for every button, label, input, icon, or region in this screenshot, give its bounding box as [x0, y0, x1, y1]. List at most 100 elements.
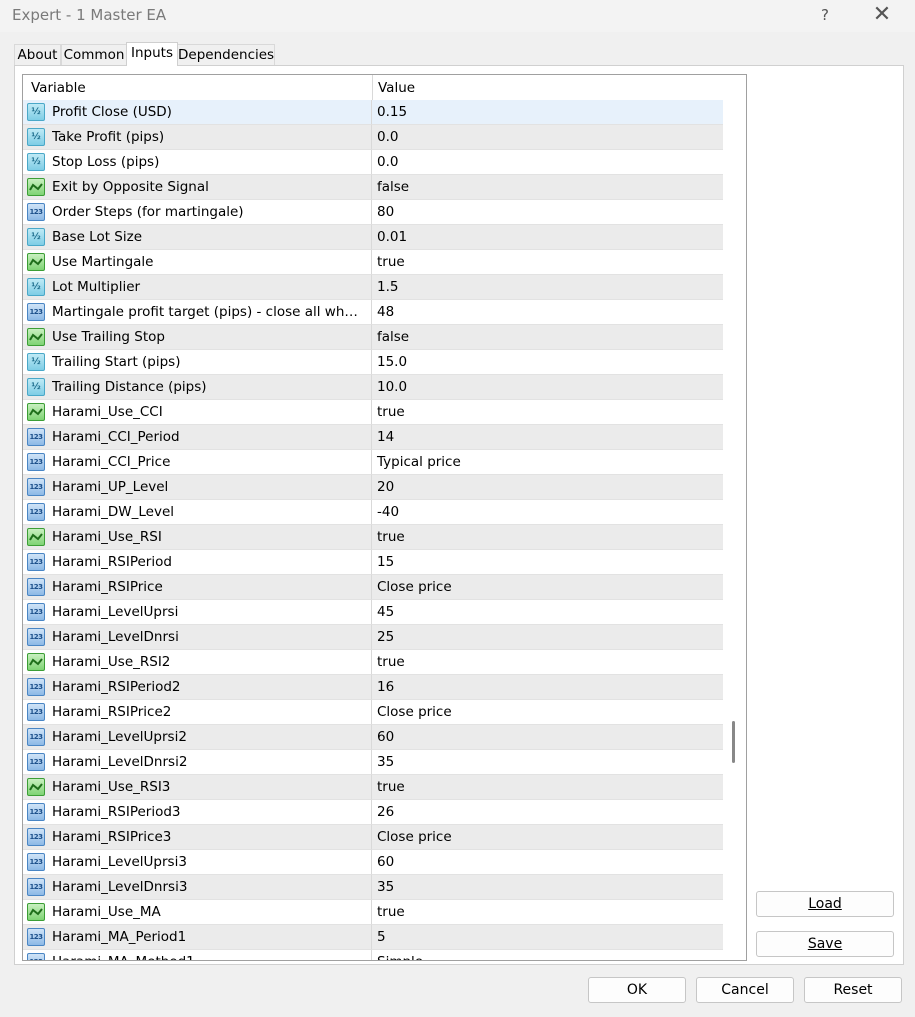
value-cell[interactable]: -40: [372, 500, 723, 525]
tab-common[interactable]: Common: [61, 44, 127, 65]
value-cell[interactable]: 26: [372, 800, 723, 825]
value-cell[interactable]: 20: [372, 475, 723, 500]
value-cell[interactable]: false: [372, 175, 723, 200]
table-row[interactable]: 123 Harami_RSIPrice Close price: [23, 575, 723, 600]
table-row[interactable]: 123 Harami_RSIPrice2 Close price: [23, 700, 723, 725]
table-row[interactable]: 123 Harami_LevelUprsi 45: [23, 600, 723, 625]
table-row[interactable]: Harami_Use_CCI true: [23, 400, 723, 425]
fraction-icon: ½: [27, 378, 45, 396]
load-button[interactable]: Load: [756, 891, 894, 917]
value-cell[interactable]: true: [372, 400, 723, 425]
table-row[interactable]: Exit by Opposite Signal false: [23, 175, 723, 200]
value-cell[interactable]: 14: [372, 425, 723, 450]
value-cell[interactable]: true: [372, 775, 723, 800]
value-cell[interactable]: Simple: [372, 950, 723, 960]
value-cell[interactable]: 0.01: [372, 225, 723, 250]
variable-name: Use Trailing Stop: [52, 329, 165, 345]
integer-icon: 123: [27, 428, 45, 446]
table-row[interactable]: ½ Lot Multiplier 1.5: [23, 275, 723, 300]
value-cell[interactable]: 45: [372, 600, 723, 625]
table-row[interactable]: 123 Harami_MA_Method1 Simple: [23, 950, 723, 960]
ok-button[interactable]: OK: [588, 977, 686, 1003]
variable-cell: ½ Stop Loss (pips): [23, 150, 372, 175]
table-row[interactable]: 123 Harami_UP_Level 20: [23, 475, 723, 500]
table-row[interactable]: 123 Harami_LevelUprsi2 60: [23, 725, 723, 750]
variable-name: Harami_LevelUprsi3: [52, 854, 187, 870]
value-cell[interactable]: 16: [372, 675, 723, 700]
table-row[interactable]: ½ Trailing Start (pips) 15.0: [23, 350, 723, 375]
value-cell[interactable]: 15.0: [372, 350, 723, 375]
variable-cell: ½ Profit Close (USD): [23, 100, 372, 125]
variable-name: Harami_Use_MA: [52, 904, 161, 920]
reset-button[interactable]: Reset: [804, 977, 902, 1003]
tab-dependencies[interactable]: Dependencies: [177, 44, 275, 65]
value-cell[interactable]: 25: [372, 625, 723, 650]
table-row[interactable]: 123 Harami_RSIPeriod2 16: [23, 675, 723, 700]
save-button[interactable]: Save: [756, 931, 894, 957]
value-cell[interactable]: 0.0: [372, 125, 723, 150]
value-cell[interactable]: 48: [372, 300, 723, 325]
value-cell[interactable]: Close price: [372, 575, 723, 600]
table-row[interactable]: Harami_Use_MA true: [23, 900, 723, 925]
value-cell[interactable]: 15: [372, 550, 723, 575]
cancel-button[interactable]: Cancel: [696, 977, 794, 1003]
table-row[interactable]: 123 Harami_RSIPrice3 Close price: [23, 825, 723, 850]
value-cell[interactable]: 1.5: [372, 275, 723, 300]
integer-icon: 123: [27, 303, 45, 321]
integer-icon: 123: [27, 578, 45, 596]
value-cell[interactable]: true: [372, 900, 723, 925]
table-row[interactable]: 123 Harami_RSIPeriod 15: [23, 550, 723, 575]
value-cell[interactable]: true: [372, 250, 723, 275]
variable-name: Harami_Use_CCI: [52, 404, 163, 420]
value-cell[interactable]: false: [372, 325, 723, 350]
table-row[interactable]: 123 Harami_LevelDnrsi 25: [23, 625, 723, 650]
table-row[interactable]: 123 Martingale profit target (pips) - clo…: [23, 300, 723, 325]
table-row[interactable]: Harami_Use_RSI true: [23, 525, 723, 550]
inputs-grid[interactable]: Variable Value ½ Profit Close (USD) 0.15 ½ T…: [22, 74, 747, 961]
table-row[interactable]: 123 Harami_LevelUprsi3 60: [23, 850, 723, 875]
value-cell[interactable]: 60: [372, 850, 723, 875]
scrollbar-thumb[interactable]: [732, 721, 735, 763]
table-row[interactable]: Use Trailing Stop false: [23, 325, 723, 350]
variable-name: Harami_LevelDnrsi: [52, 629, 179, 645]
table-row[interactable]: 123 Harami_CCI_Period 14: [23, 425, 723, 450]
close-button[interactable]: ✕: [866, 2, 898, 28]
table-row[interactable]: 123 Harami_LevelDnrsi2 35: [23, 750, 723, 775]
tab-inputs[interactable]: Inputs: [126, 42, 178, 66]
value-cell[interactable]: 80: [372, 200, 723, 225]
value-cell[interactable]: Close price: [372, 825, 723, 850]
value-cell[interactable]: 35: [372, 750, 723, 775]
integer-icon: 123: [27, 678, 45, 696]
value-cell[interactable]: true: [372, 525, 723, 550]
variable-name: Use Martingale: [52, 254, 154, 270]
table-row[interactable]: ½ Trailing Distance (pips) 10.0: [23, 375, 723, 400]
table-row[interactable]: ½ Profit Close (USD) 0.15: [23, 100, 723, 125]
table-row[interactable]: 123 Harami_MA_Period1 5: [23, 925, 723, 950]
table-row[interactable]: 123 Order Steps (for martingale) 80: [23, 200, 723, 225]
table-row[interactable]: Use Martingale true: [23, 250, 723, 275]
table-row[interactable]: Harami_Use_RSI3 true: [23, 775, 723, 800]
table-row[interactable]: 123 Harami_CCI_Price Typical price: [23, 450, 723, 475]
value-cell[interactable]: 10.0: [372, 375, 723, 400]
table-row[interactable]: 123 Harami_LevelDnrsi3 35: [23, 875, 723, 900]
table-row[interactable]: 123 Harami_DW_Level -40: [23, 500, 723, 525]
value-cell[interactable]: 5: [372, 925, 723, 950]
table-row[interactable]: ½ Take Profit (pips) 0.0: [23, 125, 723, 150]
value-cell[interactable]: 0.0: [372, 150, 723, 175]
fraction-icon: ½: [27, 228, 45, 246]
table-row[interactable]: ½ Base Lot Size 0.01: [23, 225, 723, 250]
table-row[interactable]: 123 Harami_RSIPeriod3 26: [23, 800, 723, 825]
value-cell[interactable]: 35: [372, 875, 723, 900]
grid-rows: ½ Profit Close (USD) 0.15 ½ Take Profit (pip…: [23, 100, 723, 960]
value-cell[interactable]: true: [372, 650, 723, 675]
column-header-value[interactable]: Value: [373, 75, 723, 100]
table-row[interactable]: ½ Stop Loss (pips) 0.0: [23, 150, 723, 175]
table-row[interactable]: Harami_Use_RSI2 true: [23, 650, 723, 675]
value-cell[interactable]: Close price: [372, 700, 723, 725]
value-cell[interactable]: 0.15: [372, 100, 723, 125]
value-cell[interactable]: 60: [372, 725, 723, 750]
tab-about[interactable]: About: [14, 44, 61, 65]
value-cell[interactable]: Typical price: [372, 450, 723, 475]
column-header-variable[interactable]: Variable: [23, 75, 373, 100]
help-button[interactable]: ?: [812, 4, 838, 26]
